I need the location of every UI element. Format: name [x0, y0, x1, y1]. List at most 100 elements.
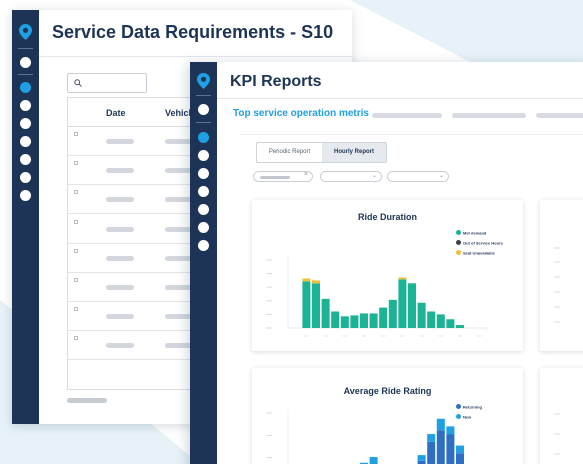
chart-bar — [446, 434, 455, 464]
divider — [217, 98, 583, 99]
sidebar-item-2[interactable] — [198, 150, 209, 161]
chart-bar — [360, 313, 368, 328]
cell-placeholder — [106, 168, 134, 174]
sidebar-separator — [18, 74, 33, 75]
avg-ride-rating-card: Average Ride Rating Returning New — [252, 368, 523, 464]
sidebar-item-7[interactable] — [20, 190, 31, 201]
placeholder-tab[interactable] — [536, 113, 583, 118]
clear-icon[interactable]: × — [304, 171, 308, 178]
chart-bar — [456, 325, 464, 328]
placeholder-tab[interactable] — [372, 113, 442, 118]
avg-ride-rating-chart — [266, 409, 464, 464]
chart-bar — [340, 316, 349, 328]
cell-placeholder — [106, 285, 134, 290]
chart-bar — [312, 280, 320, 284]
chart-bar — [427, 441, 436, 464]
section-title: Top service operation metris — [233, 108, 369, 119]
chart-bar — [369, 457, 378, 464]
row-checkbox[interactable] — [74, 161, 78, 166]
sidebar-item-home[interactable] — [20, 57, 31, 68]
sidebar-item-5[interactable] — [20, 154, 31, 165]
sidebar-item-home[interactable] — [198, 104, 209, 115]
sidebar-separator — [196, 95, 211, 96]
chart-bar — [417, 302, 426, 328]
chart-bar — [398, 279, 407, 328]
chart-bar — [302, 278, 311, 282]
chart-bar — [456, 453, 464, 464]
chart-bar — [446, 319, 455, 328]
tab-periodic-report[interactable]: Periodic Report — [257, 143, 322, 162]
horizontal-scrollbar[interactable] — [67, 398, 107, 403]
tab-hourly-report[interactable]: Hourly Report — [322, 143, 386, 162]
report-type-tabs: Periodic Report Hourly Report — [256, 142, 387, 163]
location-pin-icon — [19, 24, 32, 40]
cell-placeholder — [106, 255, 134, 261]
row-checkbox[interactable] — [74, 132, 78, 136]
sidebar-item-3[interactable] — [20, 118, 31, 129]
sidebar-item-6[interactable] — [20, 172, 31, 183]
back-sidebar — [12, 10, 39, 424]
row-checkbox[interactable] — [74, 219, 78, 224]
cell-placeholder — [106, 314, 134, 320]
sidebar-separator — [18, 48, 33, 49]
chart-bar — [456, 445, 464, 454]
search-input[interactable] — [67, 73, 147, 93]
chart-bar — [350, 315, 359, 328]
row-checkbox[interactable] — [74, 336, 78, 341]
chart-bar — [321, 298, 330, 328]
filter-dropdown[interactable]: ⌄ — [320, 171, 382, 182]
chart-bar — [446, 426, 455, 435]
sidebar-item-7[interactable] — [198, 240, 209, 251]
chart-bar — [302, 281, 311, 328]
sidebar-item-reports[interactable] — [198, 132, 209, 143]
cell-placeholder — [106, 139, 134, 144]
chart-bar — [436, 430, 445, 464]
chart-bar — [436, 314, 445, 328]
sidebar-item-6[interactable] — [198, 222, 209, 233]
chart-bar — [417, 455, 426, 461]
chart-bar — [369, 313, 378, 328]
chart-bar — [408, 283, 416, 328]
sidebar-item-3[interactable] — [198, 168, 209, 179]
column-header-date: Date — [106, 108, 126, 118]
placeholder-tab[interactable] — [452, 113, 526, 118]
ride-duration-chart — [266, 256, 488, 337]
kpi-reports-window: KPI Reports Top service operation metris… — [190, 62, 583, 464]
cell-placeholder — [106, 343, 134, 349]
secondary-chart-card — [540, 200, 583, 351]
sidebar-item-5[interactable] — [198, 204, 209, 215]
filter-chip[interactable]: × — [253, 171, 313, 182]
search-icon — [74, 79, 82, 87]
secondary-chart-card — [540, 368, 583, 464]
filter-dropdown[interactable]: ⌄ — [387, 171, 449, 182]
chart-bar — [331, 311, 340, 328]
chart-bar — [388, 299, 397, 328]
chart-bar — [427, 311, 436, 328]
page-title: KPI Reports — [230, 73, 322, 90]
cell-placeholder — [106, 197, 134, 203]
sidebar-separator — [196, 122, 211, 123]
row-checkbox[interactable] — [74, 278, 78, 282]
chart-bar — [312, 283, 320, 328]
location-pin-icon — [197, 73, 210, 89]
chart-bar — [427, 434, 436, 442]
sidebar-item-4[interactable] — [198, 186, 209, 197]
secondary-chart — [554, 413, 560, 455]
chevron-down-icon: ⌄ — [371, 173, 377, 179]
sidebar-item-2[interactable] — [20, 100, 31, 111]
chart-bar — [436, 418, 445, 431]
sidebar-item-reports[interactable] — [20, 82, 31, 93]
secondary-chart — [554, 247, 560, 323]
row-checkbox[interactable] — [74, 248, 78, 253]
divider — [39, 56, 352, 57]
row-checkbox[interactable] — [74, 190, 78, 195]
ride-duration-card: Ride Duration Met demand Out of Service … — [252, 200, 523, 351]
front-sidebar — [190, 62, 217, 464]
page-title: Service Data Requirements - S10 — [52, 22, 334, 42]
cell-placeholder — [106, 226, 134, 232]
chart-bar — [398, 277, 407, 280]
filter-value — [260, 176, 290, 179]
chart-bar — [379, 307, 388, 328]
sidebar-item-4[interactable] — [20, 136, 31, 147]
row-checkbox[interactable] — [74, 307, 78, 312]
